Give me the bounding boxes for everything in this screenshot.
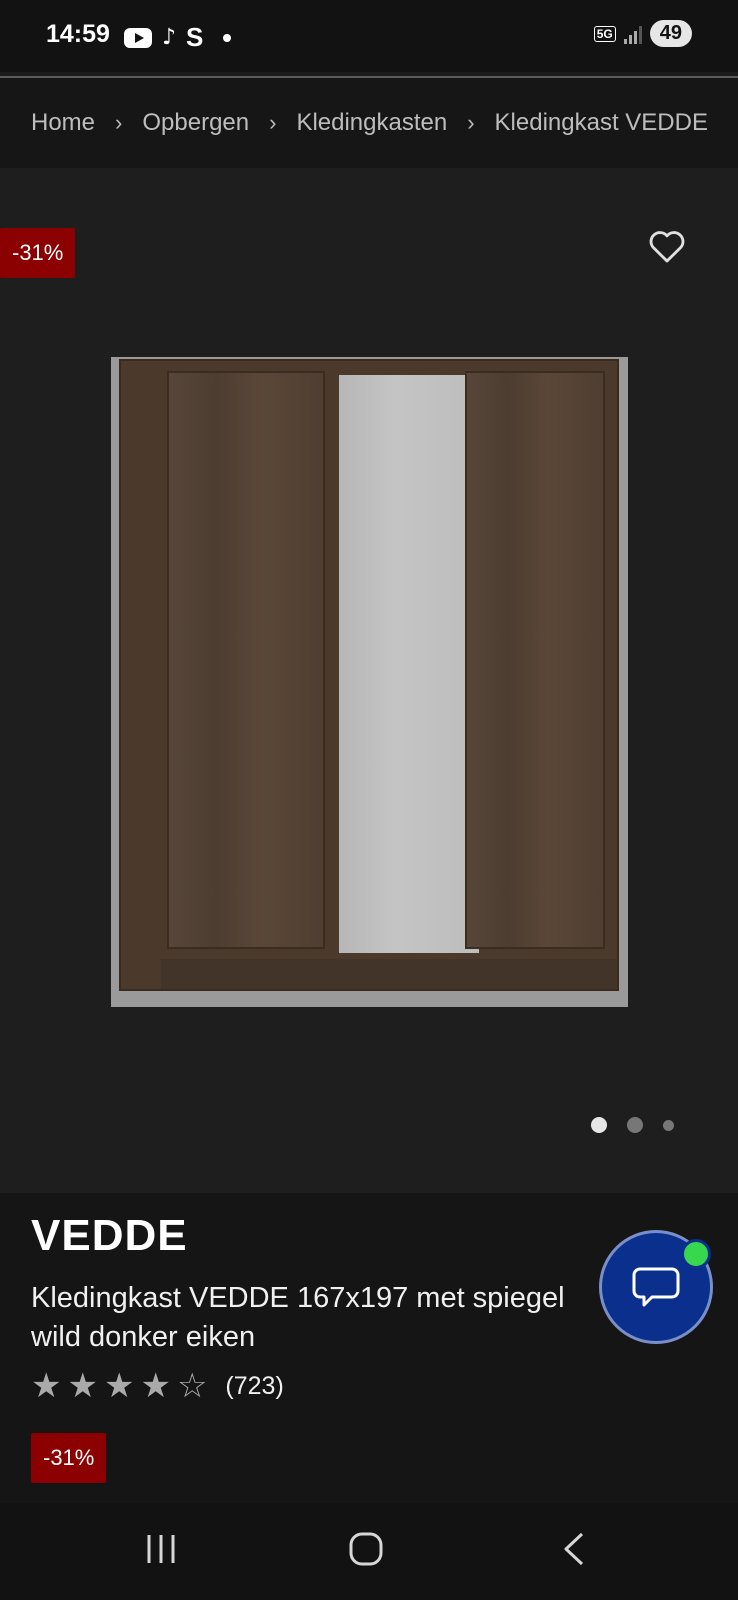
star-empty-icon: ☆ [176,1367,208,1405]
network-type: 5G [593,25,616,42]
signal-icon [623,24,642,44]
system-indicators: 5G 49 [593,20,692,47]
mirror-door [339,375,479,953]
youtube-icon [124,27,152,48]
system-nav-bar [0,1503,738,1600]
chevron-right-icon: › [269,110,277,135]
status-time: 14:59 [46,20,110,48]
product-brand: VEDDE [31,1211,188,1260]
star-filled-icon: ★ [140,1367,171,1405]
more-notifications-dot [223,33,232,42]
discount-badge: -31% [31,1433,107,1483]
product-rating[interactable]: ★ ★ ★ ★ ☆ (723) [31,1369,284,1403]
pagination-dot-active[interactable] [591,1117,607,1133]
product-title: Kledingkast VEDDE 167x197 met spiegel wi… [31,1282,565,1353]
star-filled-icon: ★ [31,1367,62,1405]
online-status-indicator [681,1239,711,1269]
product-gallery[interactable]: -31% [0,168,738,1193]
discount-badge: -31% [0,228,76,278]
chevron-right-icon: › [467,110,475,135]
status-bar: 14:59 ♪ S 5G 49 [0,0,738,72]
pagination-dot[interactable] [627,1117,643,1133]
breadcrumb-kledingkasten[interactable]: Kledingkasten [296,109,447,137]
gallery-pagination [591,1117,674,1133]
recent-apps-icon[interactable] [143,1531,179,1567]
review-count[interactable]: (723) [225,1372,283,1401]
breadcrumb: Home › Opbergen › Kledingkasten › Kledin… [0,78,738,168]
back-icon[interactable] [560,1531,588,1567]
home-icon[interactable] [348,1531,384,1567]
chevron-right-icon: › [115,110,123,135]
star-filled-icon: ★ [67,1367,98,1405]
battery-level: 49 [649,20,692,47]
heart-icon[interactable] [648,228,686,264]
breadcrumb-opbergen[interactable]: Opbergen [142,109,249,137]
breadcrumb-current: Kledingkast VEDDE [494,109,708,136]
wardrobe-illustration [119,359,619,991]
chat-bubble-icon [632,1267,680,1307]
pagination-dot[interactable] [663,1119,674,1131]
breadcrumb-home[interactable]: Home [31,109,95,137]
notification-icons: ♪ S [124,22,232,53]
product-image[interactable] [111,357,628,1007]
s-app-icon: S [186,22,204,52]
star-filled-icon: ★ [103,1367,135,1405]
tiktok-icon: ♪ [162,25,177,50]
